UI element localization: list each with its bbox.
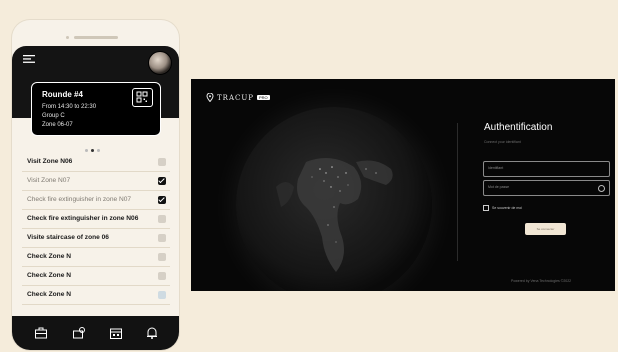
calendar-icon[interactable] [109,326,123,340]
globe-lights-icon [276,158,393,272]
task-item[interactable]: Check Zone N [22,248,170,267]
login-button-label: Se connecter [536,227,555,231]
task-checkbox[interactable] [158,196,166,204]
password-field[interactable]: Mot de passe [483,180,610,196]
camera-dot [66,36,69,39]
carousel-dot-active[interactable] [91,149,94,152]
earth-globe-image [236,107,432,291]
speaker-slot [74,36,118,39]
task-list: Visit Zone N06 Visit Zone N07 Check fire… [22,153,170,305]
round-title: Rounde #4 [42,90,83,99]
task-checkbox[interactable] [158,234,166,242]
task-label: Visite staircase of zone 06 [27,234,109,241]
task-checkbox[interactable] [158,177,166,185]
task-item[interactable]: Visite staircase of zone 06 [22,229,170,248]
task-label: Visit Zone N07 [27,177,71,184]
task-item[interactable]: Check fire extinguisher in zone N06 [22,210,170,229]
round-zone: Zone 06-07 [42,122,73,128]
location-pin-icon [206,93,214,102]
task-label: Check Zone N [27,272,71,279]
round-group: Group C [42,113,65,119]
brand-logo: TRACUP PRO [206,93,270,102]
divider [457,123,458,261]
carousel-dot[interactable] [97,149,100,152]
task-checkbox[interactable] [158,272,166,280]
task-label: Check Zone N [27,253,71,260]
task-checkbox[interactable] [158,291,166,299]
scan-button[interactable] [132,88,153,107]
brand-badge: PRO [256,95,270,100]
password-placeholder: Mot de passe [488,185,510,189]
remember-label: Se souvenir de moi [492,206,522,210]
task-item[interactable]: Visit Zone N06 [22,153,170,172]
carousel-dot[interactable] [85,149,88,152]
round-time: From 14:30 to 22:30 [42,104,97,110]
briefcase-icon[interactable] [34,326,48,340]
desktop-login-screen: TRACUP PRO Authentification Connect your… [191,79,615,291]
menu-icon[interactable] [23,55,35,63]
username-placeholder: Identifiant [488,166,504,170]
task-checkbox[interactable] [158,215,166,223]
auth-title: Authentification [484,122,553,133]
qr-scan-icon [136,91,148,103]
eye-icon[interactable] [598,185,605,192]
remember-checkbox[interactable] [483,205,489,211]
bottom-tab-bar [12,316,179,350]
login-button[interactable]: Se connecter [525,223,566,235]
auth-subtitle: Connect your identifiant [484,140,521,144]
task-item[interactable]: Check Zone N [22,286,170,305]
task-checkbox[interactable] [158,253,166,261]
round-card[interactable]: Rounde #4 From 14:30 to 22:30 Group C Zo… [31,82,161,136]
footer-text: Powered by Vena Technologies ©2022 [511,279,572,283]
task-item[interactable]: Visit Zone N07 [22,172,170,191]
task-checkbox[interactable] [158,158,166,166]
task-item[interactable]: Check Zone N [22,267,170,286]
task-label: Check Zone N [27,291,71,298]
task-label: Check fire extinguisher in zone N07 [27,196,132,203]
remember-me[interactable]: Se souvenir de moi [483,205,522,211]
brand-name: TRACUP [217,93,254,102]
mobile-app-frame: Rounde #4 From 14:30 to 22:30 Group C Zo… [12,20,179,350]
avatar[interactable] [148,51,172,75]
task-label: Check fire extinguisher in zone N06 [27,215,139,222]
task-label: Visit Zone N06 [27,158,73,165]
bell-icon[interactable] [145,326,159,340]
map-pin-icon[interactable] [72,326,86,340]
task-item[interactable]: Check fire extinguisher in zone N07 [22,191,170,210]
username-field[interactable]: Identifiant [483,161,610,177]
